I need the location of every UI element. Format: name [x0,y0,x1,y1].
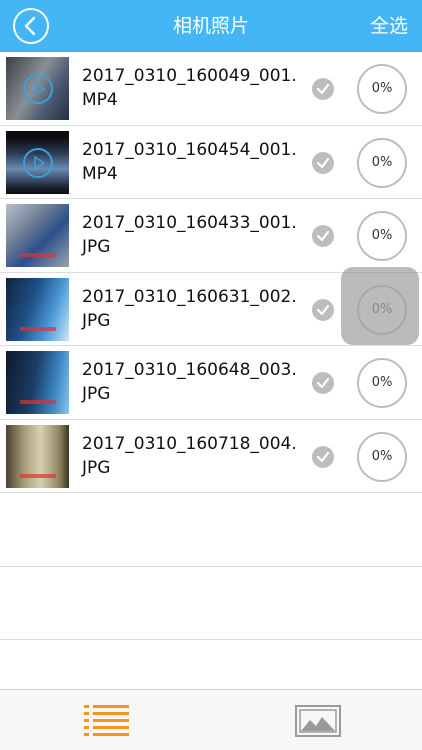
select-all-button[interactable]: 全选 [370,0,408,52]
play-icon [23,74,53,104]
file-list: 2017_0310_160049_001.MP4 0% 2017_0310_16… [0,52,422,640]
photo-thumbnail [6,351,69,414]
download-progress[interactable]: 0% [357,211,407,261]
play-icon [23,147,53,178]
tab-bar [0,689,422,750]
video-thumbnail [6,57,69,120]
photo-thumbnail [6,277,69,341]
check-icon[interactable] [312,78,334,100]
check-icon[interactable] [312,151,334,174]
image-icon[interactable] [295,705,341,737]
list-icon[interactable] [84,704,130,736]
page-title: 相机照片 [172,15,249,37]
nav-bar: 相机照片 全选 [0,0,422,52]
file-name: 2017_0310_160648_003.JPG [82,360,297,404]
check-icon[interactable] [312,298,334,321]
file-row[interactable]: 2017_0310_160454_001.MP4 0% [0,126,422,199]
file-name: 2017_0310_160454_001.MP4 [82,139,297,184]
file-row[interactable]: 2017_0310_160648_003.JPG 0% [0,346,422,420]
download-progress[interactable]: 0% [357,64,407,114]
video-thumbnail [6,130,69,194]
photo-thumbnail [6,204,69,267]
download-progress[interactable]: 0% [357,284,407,335]
file-row[interactable]: 2017_0310_160631_002.JPG 0% [0,266,422,346]
photo-thumbnail [6,424,69,488]
download-progress[interactable]: 0% [357,137,407,188]
file-row[interactable]: 2017_0310_160718_004.JPG 0% [0,420,422,493]
check-icon[interactable] [312,445,334,468]
check-icon[interactable] [312,372,334,394]
file-row[interactable]: 2017_0310_160433_001.JPG 0% [0,199,422,273]
file-name: 2017_0310_160433_001.JPG [82,213,297,257]
empty-row [0,493,422,567]
file-name: 2017_0310_160049_001.MP4 [82,66,297,110]
download-progress[interactable]: 0% [357,431,407,482]
check-icon[interactable] [312,225,334,247]
file-name: 2017_0310_160631_002.JPG [82,286,297,331]
download-progress[interactable]: 0% [357,358,407,408]
file-name: 2017_0310_160718_004.JPG [82,433,297,478]
file-row[interactable]: 2017_0310_160049_001.MP4 0% [0,52,422,126]
empty-row [0,567,422,640]
